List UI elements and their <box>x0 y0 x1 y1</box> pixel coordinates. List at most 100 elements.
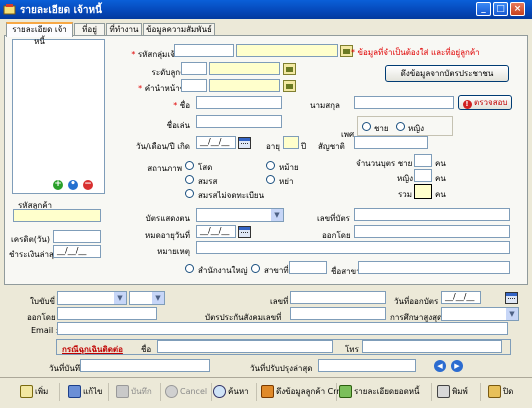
maximize-button[interactable]: □ <box>493 2 508 16</box>
card-number-label: เลขที่บัตร <box>317 214 350 223</box>
license-issuer-label: ออกโดย <box>27 313 56 322</box>
add-button[interactable]: เพิ่ม <box>20 382 48 402</box>
emergency-contact-label: กรณีฉุกเฉินติดต่อ <box>62 345 123 354</box>
prefix-name <box>209 79 280 92</box>
age-label: อายุ <box>266 142 280 151</box>
children-male-input[interactable] <box>414 154 432 167</box>
license-number-label: เลขที่ <box>270 297 289 306</box>
license-issuer-input[interactable] <box>57 307 157 320</box>
birthdate-calendar-icon[interactable] <box>238 137 251 149</box>
cancel-button[interactable]: Cancel <box>165 382 207 402</box>
toolbar-separator <box>59 383 60 401</box>
branch-number-input[interactable] <box>289 261 327 274</box>
group-name-input <box>236 44 338 57</box>
birthdate-input[interactable]: __/__/__ <box>196 136 236 149</box>
toolbar-separator <box>160 383 161 401</box>
marital-single-radio[interactable] <box>185 161 194 170</box>
save-button[interactable]: บันทึก <box>116 382 152 402</box>
branch-radio[interactable] <box>251 264 260 273</box>
fetch-crm-button[interactable]: ดึงข้อมูลลูกค้า Crm <box>261 382 344 402</box>
search-icon <box>213 385 226 398</box>
first-name-input[interactable] <box>196 96 282 109</box>
email-input[interactable] <box>57 322 508 335</box>
children-male-unit: คน <box>435 159 446 168</box>
photo-box[interactable] <box>12 39 105 194</box>
children-female-label: หญิง <box>397 174 413 183</box>
branch-name-input[interactable] <box>358 261 510 274</box>
toolbar-separator <box>480 383 481 401</box>
search-button[interactable]: ค้นหา <box>213 382 249 402</box>
customer-level-label: ระดับลูกค้า <box>151 68 190 77</box>
prefix-lookup-icon[interactable] <box>283 80 296 92</box>
emergency-name-input[interactable] <box>157 340 333 353</box>
save-icon <box>116 385 129 398</box>
edit-label: แก้ไข <box>83 387 103 396</box>
minimize-button[interactable]: _ <box>476 2 491 16</box>
debt-detail-button[interactable]: รายละเอียดยอดหนี้ <box>339 382 420 402</box>
gender-female-radio[interactable] <box>396 122 405 131</box>
edit-photo-icon[interactable]: • <box>68 180 78 190</box>
prev-record-icon[interactable]: ◀ <box>434 360 446 372</box>
children-total-unit: คน <box>435 190 446 199</box>
children-total-input <box>414 184 432 199</box>
close-window-button[interactable]: × <box>510 2 525 16</box>
add-photo-icon[interactable]: + <box>53 180 63 190</box>
license-type-select[interactable]: ▼ <box>57 291 127 305</box>
marital-unregistered-radio[interactable] <box>185 189 194 198</box>
expire-date-label: หมดอายุวันที่ <box>145 231 190 240</box>
edit-button[interactable]: แก้ไข <box>68 382 103 402</box>
print-button[interactable]: พิมพ์ <box>437 382 468 402</box>
gender-male-radio[interactable] <box>362 122 371 131</box>
marital-widowed-radio[interactable] <box>266 161 275 170</box>
license-class-select[interactable]: ▼ <box>129 291 165 305</box>
debt-detail-label: รายละเอียดยอดหนี้ <box>354 387 420 396</box>
customer-code-input[interactable] <box>13 209 101 222</box>
next-record-icon[interactable]: ▶ <box>451 360 463 372</box>
gender-female-label: หญิง <box>408 124 424 133</box>
nationality-input[interactable] <box>354 136 428 149</box>
education-select[interactable]: ▼ <box>441 307 519 321</box>
social-security-input[interactable] <box>290 307 386 320</box>
close-button[interactable]: ปิด <box>488 382 513 402</box>
marital-unregistered-label: สมรสไม่จดทะเบียน <box>198 191 265 200</box>
prefix-input[interactable] <box>181 79 207 92</box>
cancel-label: Cancel <box>180 387 208 396</box>
last-payment-input[interactable]: __/__/__ <box>53 245 101 258</box>
toolbar-divider <box>0 377 532 378</box>
surname-input[interactable] <box>354 96 454 109</box>
fetch-crm-label: ดึงข้อมูลลูกค้า Crm <box>276 387 345 396</box>
id-card-type-select[interactable]: ▼ <box>196 208 284 222</box>
expire-date-input[interactable]: __/__/__ <box>196 225 236 238</box>
add-label: เพิ่ม <box>35 387 49 396</box>
tab-creditor-detail[interactable]: รายละเอียด เจ้าหนี้ <box>6 22 73 46</box>
detail-icon <box>339 385 352 398</box>
pull-idcard-button[interactable]: ดึงข้อมูลจากบัตรประชาชน <box>385 65 509 82</box>
check-button[interactable]: ! ตรวจสอบ <box>458 95 512 110</box>
birthdate-label: วัน/เดือน/ปี เกิด <box>136 142 190 151</box>
issued-by-input[interactable] <box>354 225 510 238</box>
group-code-input[interactable] <box>174 44 234 57</box>
marital-single-label: โสด <box>198 163 213 172</box>
note-input[interactable] <box>196 241 510 254</box>
issue-date-input[interactable]: __/__/__ <box>441 291 481 304</box>
issue-date-calendar-icon[interactable] <box>505 292 518 304</box>
expire-calendar-icon[interactable] <box>238 226 251 238</box>
children-female-input[interactable] <box>414 169 432 182</box>
level-lookup-icon[interactable] <box>283 63 296 75</box>
marital-divorced-radio[interactable] <box>266 175 275 184</box>
print-icon <box>437 385 450 398</box>
print-label: พิมพ์ <box>452 387 468 396</box>
marital-widowed-label: หม้าย <box>279 163 299 172</box>
gender-group <box>357 116 453 136</box>
hq-radio[interactable] <box>185 264 194 273</box>
nickname-input[interactable] <box>196 115 282 128</box>
emergency-name-label: ชื่อ <box>141 345 152 354</box>
cancel-icon <box>165 385 178 398</box>
remove-photo-icon[interactable]: − <box>83 180 93 190</box>
marital-married-radio[interactable] <box>185 175 194 184</box>
card-number-input[interactable] <box>354 208 510 221</box>
emergency-phone-input[interactable] <box>362 340 502 353</box>
credit-days-input[interactable] <box>53 230 101 243</box>
customer-level-input[interactable] <box>181 62 207 75</box>
license-number-input[interactable] <box>290 291 386 304</box>
